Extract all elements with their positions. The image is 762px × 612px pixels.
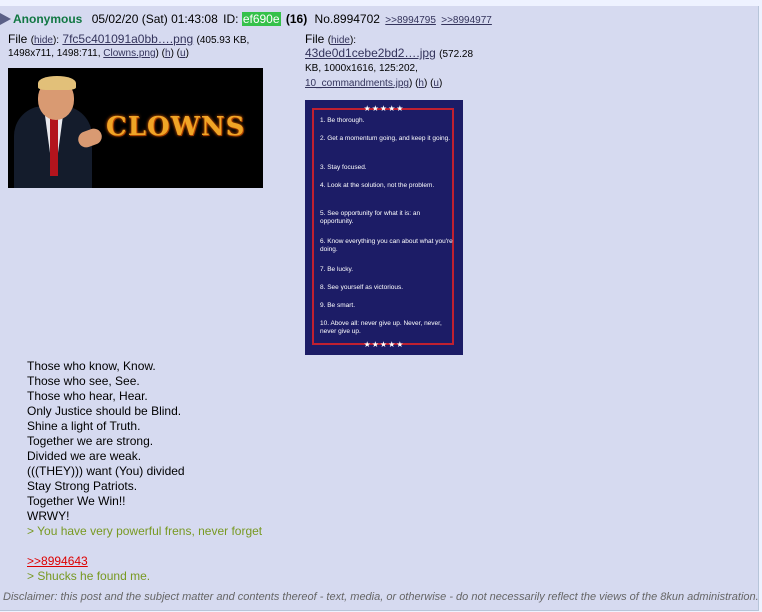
file-label: File	[8, 32, 28, 46]
file-dimensions: KB, 1000x1616, 125:202,	[305, 63, 418, 74]
poster-post-count: (16)	[285, 12, 308, 26]
body-line: WRWY!	[27, 509, 70, 523]
body-line: Together We Win!!	[27, 494, 126, 508]
original-filename-link[interactable]: Clowns.png	[103, 48, 155, 59]
commandment-3: 3. Stay focused.	[320, 164, 367, 171]
file-label: File	[305, 32, 325, 46]
commandment-5: 5. See opportunity for what it is: an op…	[320, 210, 421, 225]
post-menu-arrow-icon[interactable]	[0, 13, 11, 25]
hide-file-link[interactable]: hide	[34, 35, 53, 46]
file-name-link[interactable]: 7fc5c401091a0bb….png	[62, 32, 193, 46]
body-line: Only Justice should be Blind.	[27, 404, 182, 418]
unique-link[interactable]: u	[180, 48, 186, 59]
hide-file-link[interactable]: hide	[331, 35, 350, 46]
backlink-1[interactable]: >>8994795	[385, 15, 436, 26]
commandment-7: 7. Be lucky.	[320, 266, 354, 273]
body-line: Shine a light of Truth.	[27, 419, 141, 433]
post-header: Anonymous 05/02/20 (Sat) 01:43:08 ID: ef…	[0, 12, 492, 26]
clowns-image-text: CLOWNS	[106, 112, 246, 142]
body-line: Stay Strong Patriots.	[27, 479, 138, 493]
original-filename-link[interactable]: 10_commandments.jpg	[305, 78, 409, 89]
file-dimensions: 1498x711, 1498:711,	[8, 48, 101, 59]
file-info-1: File (hide): 7fc5c401091a0bb….png (405.9…	[8, 32, 250, 59]
commandment-8: 8. See yourself as victorious.	[320, 284, 404, 291]
body-line: Together we are strong.	[27, 434, 154, 448]
unique-link[interactable]: u	[433, 78, 439, 89]
post-date[interactable]: 05/02/20 (Sat) 01:43:08	[92, 12, 218, 26]
stars-top: ★★★★★	[363, 104, 405, 113]
disclaimer: Disclaimer: this post and the subject ma…	[3, 591, 759, 603]
greentext-line: > Shucks he found me.	[27, 569, 151, 583]
file-info-2: File (hide): 43de0d1cebe2bd2….jpg (572.2…	[305, 32, 505, 89]
commandment-2: 2. Get a momentum going, and keep it goi…	[320, 135, 451, 142]
file-size: (405.93 KB,	[196, 35, 250, 46]
post-number[interactable]: No.8994702	[315, 12, 380, 26]
file-size: (572.28	[439, 49, 474, 60]
body-line: (((THEY))) want (You) divided	[27, 464, 185, 478]
hash-link[interactable]: h	[165, 48, 171, 59]
poster-id-label: ID:	[223, 12, 239, 26]
body-line: Those who hear, Hear.	[27, 389, 148, 403]
quote-reply-link[interactable]: >>8994643	[27, 554, 88, 568]
file-name-link[interactable]: 43de0d1cebe2bd2….jpg	[305, 46, 436, 60]
commandment-10: 10. Above all: never give up. Never, nev…	[320, 320, 442, 335]
backlink-2[interactable]: >>8994977	[441, 15, 492, 26]
commandment-1: 1. Be thorough.	[320, 117, 365, 124]
commandment-4: 4. Look at the solution, not the problem…	[320, 182, 435, 189]
poster-name: Anonymous	[13, 12, 83, 26]
commandment-9: 9. Be smart.	[320, 302, 356, 309]
body-line: Those who know, Know.	[27, 359, 156, 373]
commandment-6: 6. Know everything you can about what yo…	[320, 238, 453, 253]
post-container: Anonymous 05/02/20 (Sat) 01:43:08 ID: ef…	[0, 6, 759, 611]
image-thumbnail-clowns[interactable]: CLOWNS	[8, 68, 263, 188]
post-body: Those who know, Know. Those who see, See…	[27, 359, 262, 584]
stars-bottom: ★★★★★	[363, 340, 405, 349]
greentext-line: > You have very powerful frens, never fo…	[27, 524, 263, 538]
poster-id[interactable]: ef690e	[241, 12, 281, 26]
hash-link[interactable]: h	[418, 78, 424, 89]
image-thumbnail-commandments[interactable]: ★★★★★ 1. Be thorough. 2. Get a momentum …	[305, 100, 463, 355]
body-line: Divided we are weak.	[27, 449, 142, 463]
body-line: Those who see, See.	[27, 374, 140, 388]
